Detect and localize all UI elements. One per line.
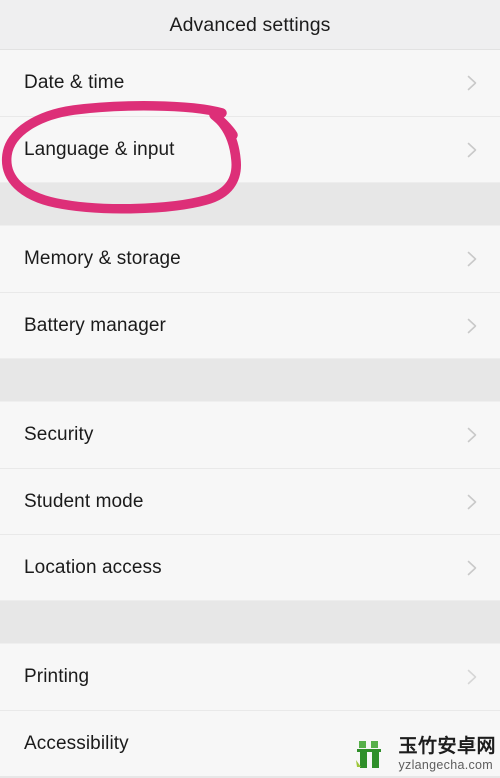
group-separator xyxy=(0,182,500,226)
settings-row-date-time[interactable]: Date & time xyxy=(0,50,500,116)
yuzhu-logo-icon xyxy=(356,741,382,768)
row-label: Language & input xyxy=(24,139,175,160)
page-title: Advanced settings xyxy=(169,14,331,36)
row-label: Memory & storage xyxy=(24,248,181,269)
site-watermark: 玉竹安卓网 yzlangecha.com xyxy=(354,732,496,776)
settings-list: Date & time Language & input Memory & st… xyxy=(0,50,500,776)
settings-group: Date & time Language & input xyxy=(0,50,500,182)
watermark-brand: 玉竹安卓网 xyxy=(398,735,496,757)
row-label: Accessibility xyxy=(24,733,129,754)
watermark-text: 玉竹安卓网 yzlangecha.com xyxy=(398,737,496,772)
settings-group: Security Student mode Location access xyxy=(0,402,500,600)
chevron-right-icon xyxy=(467,427,478,443)
chevron-right-icon xyxy=(467,75,478,91)
settings-row-security[interactable]: Security xyxy=(0,402,500,468)
watermark-url: yzlangecha.com xyxy=(398,757,494,772)
settings-screen: Advanced settings Date & time Language &… xyxy=(0,0,500,778)
chevron-right-icon xyxy=(467,251,478,267)
settings-row-language-input[interactable]: Language & input xyxy=(0,116,500,182)
chevron-right-icon xyxy=(467,669,478,685)
chevron-right-icon xyxy=(467,560,478,576)
settings-row-location-access[interactable]: Location access xyxy=(0,534,500,600)
app-header: Advanced settings xyxy=(0,0,500,50)
row-label: Security xyxy=(24,424,94,445)
settings-row-printing[interactable]: Printing xyxy=(0,644,500,710)
chevron-right-icon xyxy=(467,142,478,158)
chevron-right-icon xyxy=(467,494,478,510)
group-separator xyxy=(0,600,500,644)
row-label: Printing xyxy=(24,666,90,687)
row-label: Battery manager xyxy=(24,315,166,336)
settings-row-student-mode[interactable]: Student mode xyxy=(0,468,500,534)
row-label: Date & time xyxy=(24,72,125,93)
row-label: Location access xyxy=(24,557,162,578)
row-label: Student mode xyxy=(24,491,144,512)
settings-row-battery-manager[interactable]: Battery manager xyxy=(0,292,500,358)
chevron-right-icon xyxy=(467,318,478,334)
group-separator xyxy=(0,358,500,402)
settings-group: Memory & storage Battery manager xyxy=(0,226,500,358)
settings-row-memory-storage[interactable]: Memory & storage xyxy=(0,226,500,292)
